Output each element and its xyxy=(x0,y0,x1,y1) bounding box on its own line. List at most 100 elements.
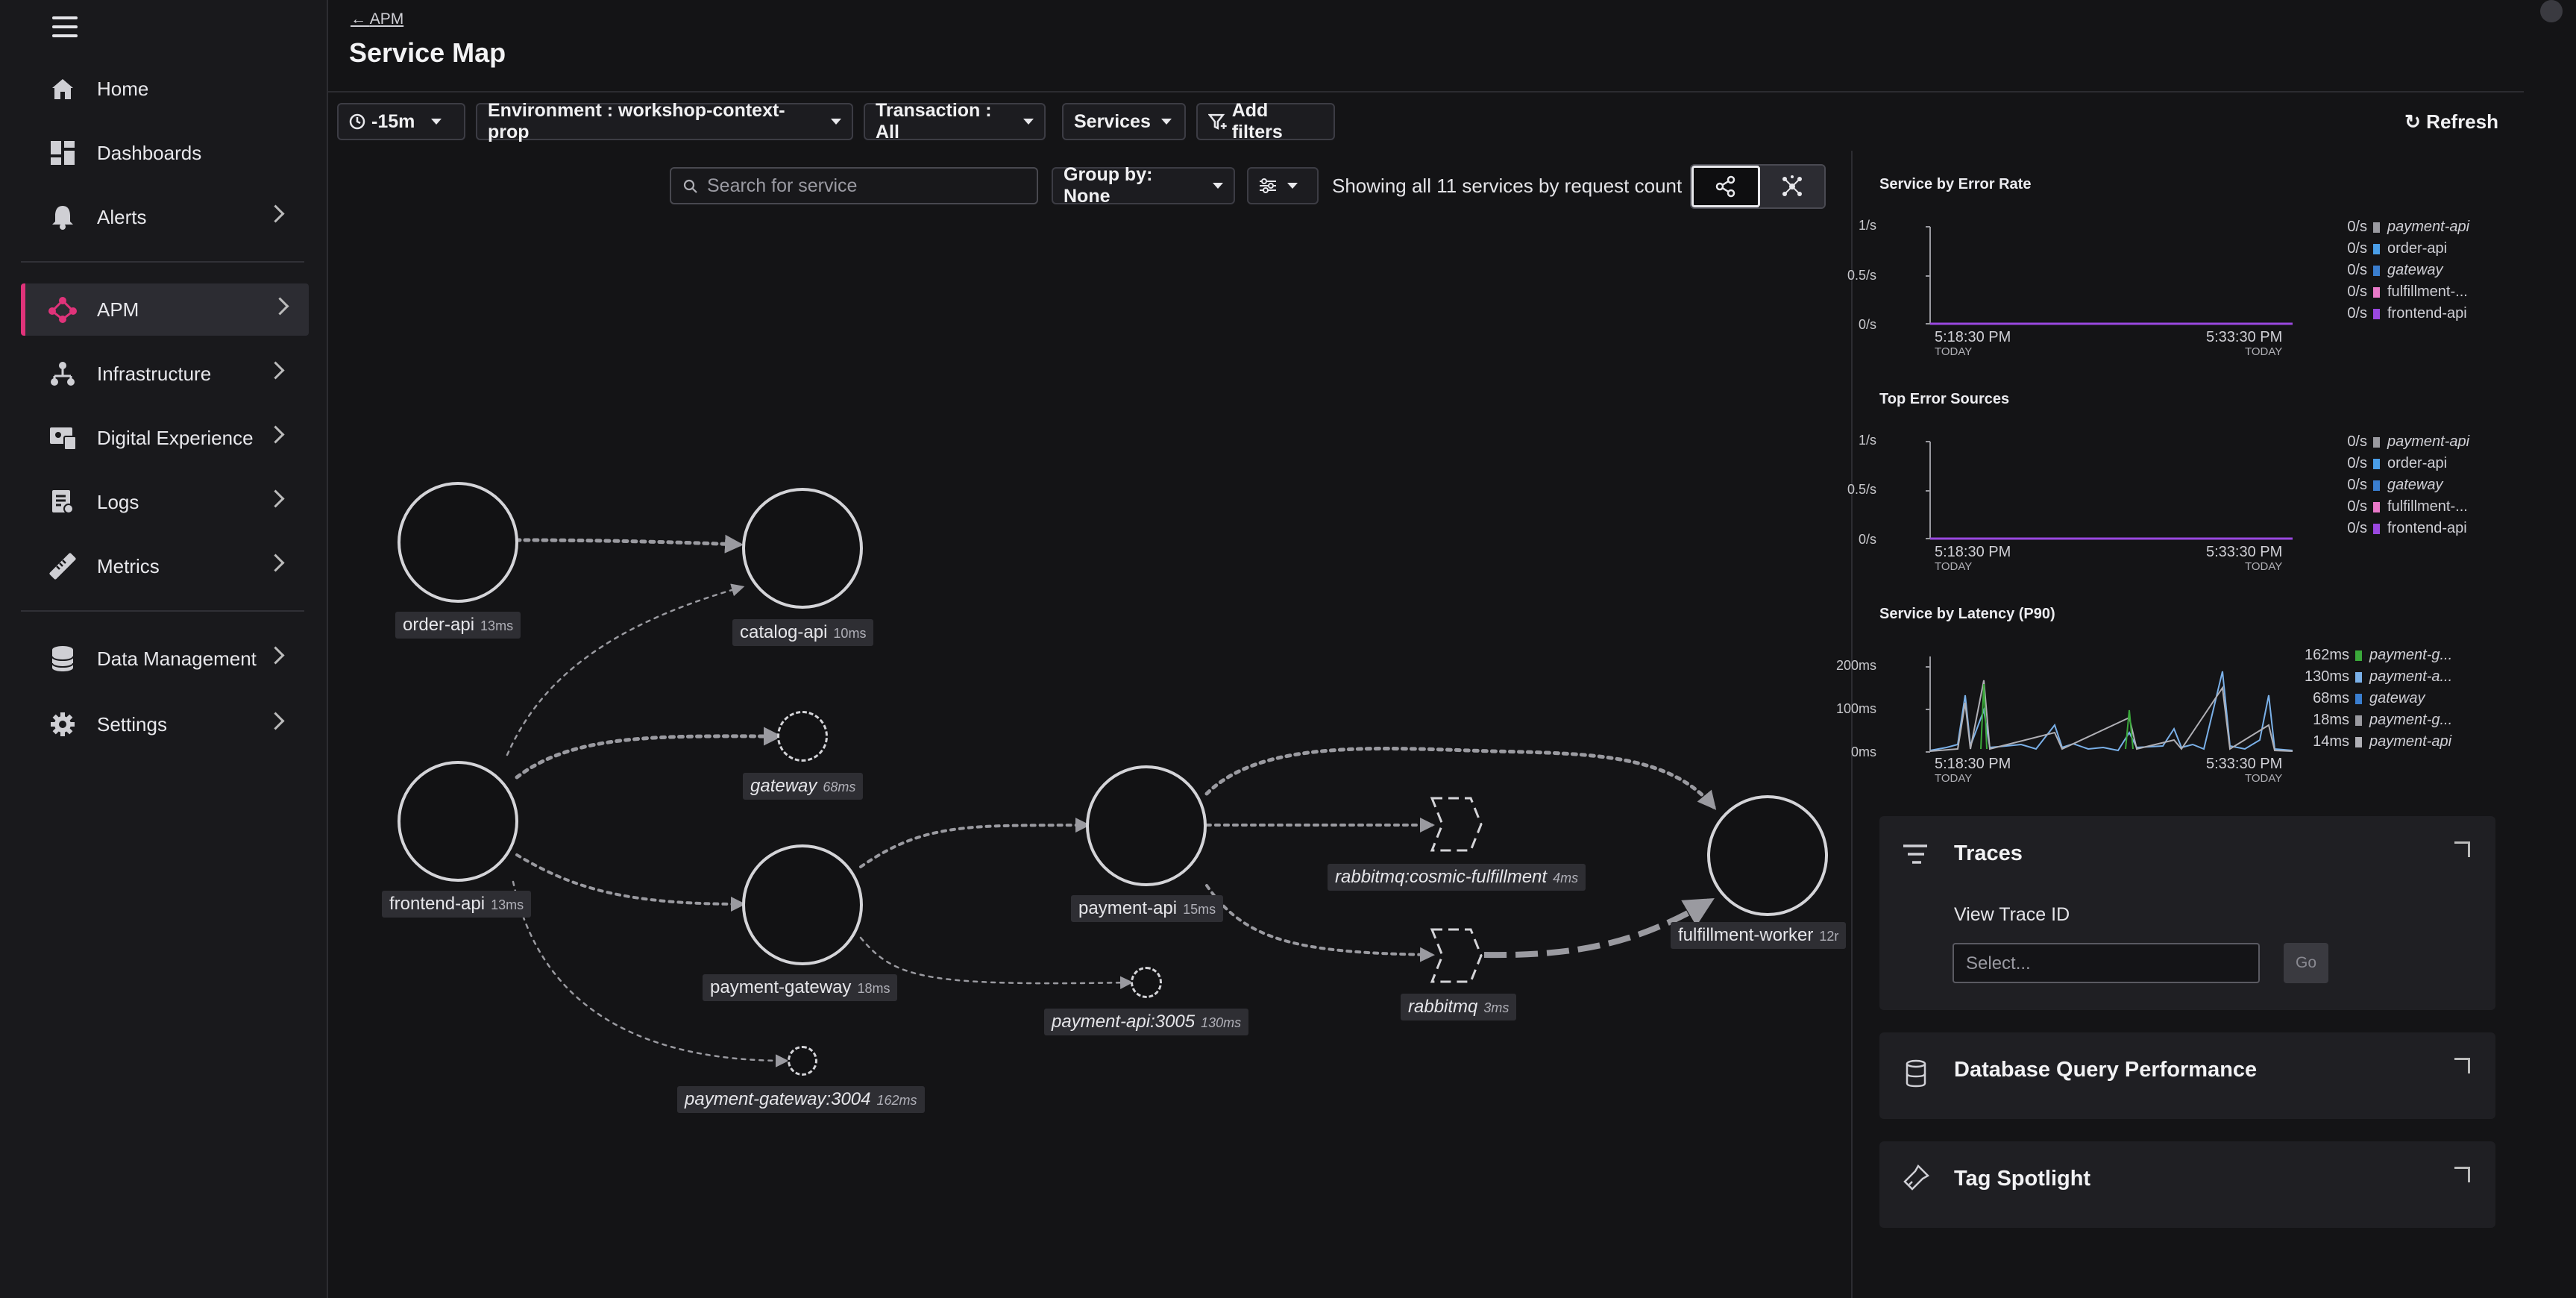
add-filters-button[interactable]: Add filters xyxy=(1196,100,1335,142)
chevron-right-icon xyxy=(266,554,285,572)
go-button[interactable]: Go xyxy=(2284,943,2328,983)
legend-swatch xyxy=(2373,436,2380,448)
error-rate-chart[interactable] xyxy=(1924,221,2297,330)
legend-item[interactable]: 0/s order-api xyxy=(2300,453,2469,474)
sidebar-item-alerts[interactable]: Alerts xyxy=(21,191,304,243)
sidebar-item-digital-experience[interactable]: Digital Experience xyxy=(21,412,304,464)
refresh-button[interactable]: ↻ Refresh xyxy=(2404,110,2498,134)
legend-swatch xyxy=(2373,523,2380,534)
sidebar-item-dashboards[interactable]: Dashboards xyxy=(21,127,304,179)
legend-name: payment-api xyxy=(2369,733,2452,750)
x-tick-end: 5:33:30 PM TODAY xyxy=(2206,544,2283,573)
legend-item[interactable]: 130ms payment-a... xyxy=(2282,666,2452,688)
x-tick-end: 5:33:30 PM TODAY xyxy=(2206,756,2283,785)
sidebar-item-label: Infrastructure xyxy=(97,362,212,385)
digital-experience-icon xyxy=(48,423,78,453)
tag-card-title: Tag Spotlight xyxy=(1954,1167,2091,1191)
legend-item[interactable]: 0/s payment-api xyxy=(2300,216,2469,238)
caret-down-icon xyxy=(1023,119,1034,125)
legend-value: 0/s xyxy=(2347,283,2367,300)
legend-value: 0/s xyxy=(2347,305,2367,322)
time-range-picker[interactable]: -15m xyxy=(337,103,465,140)
service-node-payment-gateway[interactable] xyxy=(742,844,863,965)
services-filter[interactable]: Services xyxy=(1062,103,1186,140)
legend-item[interactable]: 0/s frontend-api xyxy=(2300,303,2469,324)
node-label: payment-api:3005 130ms xyxy=(1044,1009,1249,1035)
sidebar-item-home[interactable]: Home xyxy=(21,63,304,115)
legend-item[interactable]: 0/s fulfillment-... xyxy=(2300,496,2469,518)
y-tick: 0.5/s xyxy=(1847,268,1876,283)
service-node-fulfillment-worker[interactable] xyxy=(1707,795,1828,916)
hamburger-menu-icon[interactable] xyxy=(52,16,78,40)
x-tick-start: 5:18:30 PM TODAY xyxy=(1935,329,2011,358)
y-tick: 0ms xyxy=(1850,744,1876,759)
chart-title: Service by Latency (P90) xyxy=(1879,606,2055,622)
chevron-right-icon xyxy=(266,361,285,380)
service-node-order-api[interactable] xyxy=(398,482,518,603)
transaction-filter[interactable]: Transaction : All xyxy=(864,100,1046,142)
legend-value: 130ms xyxy=(2304,668,2349,685)
legend-name: gateway xyxy=(2369,690,2425,706)
clock-icon xyxy=(349,113,365,130)
y-tick: 200ms xyxy=(1835,658,1876,673)
expand-icon[interactable] xyxy=(2454,841,2470,857)
legend-item[interactable]: 162ms payment-g... xyxy=(2282,645,2452,666)
back-link[interactable]: ← APM xyxy=(351,10,403,28)
chevron-right-icon xyxy=(266,646,285,665)
node-label: payment-gateway:3004 162ms xyxy=(677,1086,925,1113)
service-node-gateway[interactable] xyxy=(777,711,828,762)
legend-item[interactable]: 0/s gateway xyxy=(2300,474,2469,496)
page-header xyxy=(328,0,2524,93)
x-tick-start: 5:18:30 PM TODAY xyxy=(1935,756,2011,785)
logs-icon xyxy=(48,487,78,517)
sidebar-item-metrics[interactable]: Metrics xyxy=(21,540,304,592)
queue-node-rabbitmq-cosmic-fulfillment[interactable] xyxy=(1429,795,1484,853)
node-label: catalog-api 10ms xyxy=(732,619,874,646)
error-rate-legend: 0/s payment-api 0/s order-api 0/s gateway 0/s f… xyxy=(2300,216,2469,324)
environment-filter[interactable]: Environment : workshop-context-prop xyxy=(476,100,853,142)
legend-item[interactable]: 0/s gateway xyxy=(2300,260,2469,281)
service-node-catalog-api[interactable] xyxy=(742,488,863,609)
node-label: order-api 13ms xyxy=(395,612,521,639)
sidebar-item-apm[interactable]: APM xyxy=(21,283,309,336)
legend-item[interactable]: 18ms payment-g... xyxy=(2282,709,2452,731)
expand-icon[interactable] xyxy=(2454,1167,2470,1182)
legend-name: payment-g... xyxy=(2369,647,2453,663)
service-node-payment-api[interactable] xyxy=(1086,765,1207,886)
queue-node-rabbitmq[interactable] xyxy=(1429,927,1484,988)
ai-assistant-icon[interactable] xyxy=(2540,0,2563,22)
legend-swatch xyxy=(2373,480,2380,491)
legend-item[interactable]: 0/s payment-api xyxy=(2300,431,2469,453)
database-icon xyxy=(1906,1059,1926,1088)
service-node-payment-api-3005[interactable] xyxy=(1131,967,1162,998)
legend-value: 0/s xyxy=(2347,219,2367,235)
tag-spotlight-card[interactable]: Tag Spotlight xyxy=(1879,1141,2495,1228)
caret-down-icon xyxy=(1160,119,1172,125)
arrow-left-icon: ← xyxy=(351,10,370,28)
sidebar-item-data-management[interactable]: Data Management xyxy=(21,633,304,685)
legend-name: fulfillment-... xyxy=(2387,283,2468,300)
expand-icon[interactable] xyxy=(2454,1058,2470,1073)
sidebar-item-settings[interactable]: Settings xyxy=(21,698,304,750)
error-sources-chart[interactable] xyxy=(1924,436,2297,545)
legend-item[interactable]: 68ms gateway xyxy=(2282,688,2452,709)
legend-item[interactable]: 0/s order-api xyxy=(2300,238,2469,260)
sidebar-item-infrastructure[interactable]: Infrastructure xyxy=(21,348,304,400)
legend-swatch xyxy=(2373,501,2380,512)
trace-id-input[interactable]: Select... xyxy=(1953,943,2260,983)
legend-item[interactable]: 0/s frontend-api xyxy=(2300,518,2469,539)
latency-chart[interactable] xyxy=(1924,650,2297,759)
service-node-frontend-api[interactable] xyxy=(398,761,518,882)
legend-name: payment-api xyxy=(2387,433,2470,450)
service-node-payment-gateway-3004[interactable] xyxy=(788,1046,817,1076)
sidebar-item-logs[interactable]: Logs xyxy=(21,476,304,528)
legend-name: frontend-api xyxy=(2387,305,2467,322)
chevron-right-icon xyxy=(266,425,285,444)
legend-value: 14ms xyxy=(2313,733,2349,750)
legend-item[interactable]: 0/s fulfillment-... xyxy=(2300,281,2469,303)
node-label: rabbitmq:cosmic-fulfillment 4ms xyxy=(1328,864,1586,891)
gear-icon xyxy=(48,709,78,739)
database-query-performance-card[interactable]: Database Query Performance xyxy=(1879,1032,2495,1119)
legend-item[interactable]: 14ms payment-api xyxy=(2282,731,2452,753)
db-card-title: Database Query Performance xyxy=(1954,1058,2258,1082)
